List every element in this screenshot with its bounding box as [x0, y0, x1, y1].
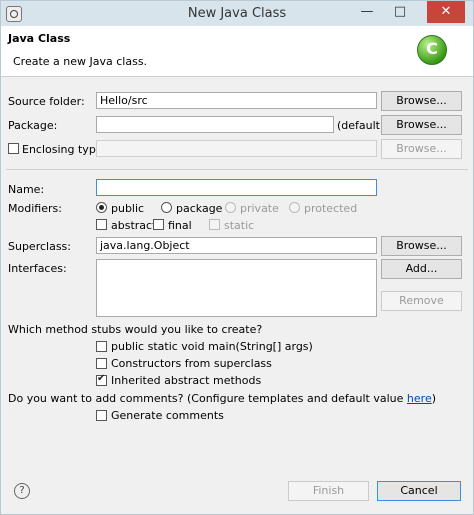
- modifier-public-label: public: [111, 202, 145, 215]
- cancel-button[interactable]: Cancel: [377, 481, 461, 501]
- modifier-private-radio[interactable]: [225, 202, 236, 213]
- package-browse-button[interactable]: Browse...: [381, 115, 462, 135]
- new-java-class-dialog: New Java Class — □ ✕ Java Class Create a…: [0, 0, 474, 515]
- separator: [6, 169, 468, 170]
- java-class-icon: C: [417, 35, 447, 65]
- stub-main-label: public static void main(String[] args): [111, 340, 313, 353]
- name-label: Name:: [8, 183, 45, 196]
- package-label: Package:: [8, 119, 58, 132]
- comments-question-end: ): [431, 392, 437, 405]
- header-description: Create a new Java class.: [13, 55, 148, 68]
- minimize-button[interactable]: —: [353, 1, 381, 23]
- enclosing-type-label: Enclosing type:: [22, 143, 107, 156]
- modifier-static-checkbox[interactable]: [209, 219, 220, 230]
- comments-question: Do you want to add comments? (Configure …: [8, 392, 436, 405]
- stub-inherited-checkbox[interactable]: [96, 373, 107, 386]
- interfaces-label: Interfaces:: [8, 262, 67, 275]
- package-default-text: (default): [337, 119, 385, 132]
- enclosing-type-browse-button[interactable]: Browse...: [381, 139, 462, 159]
- source-folder-input[interactable]: Hello/src: [96, 92, 377, 109]
- generate-comments-checkbox[interactable]: [96, 410, 107, 421]
- superclass-browse-button[interactable]: Browse...: [381, 236, 462, 256]
- finish-button[interactable]: Finish: [288, 481, 369, 501]
- modifier-protected-radio[interactable]: [289, 202, 300, 213]
- source-folder-browse-button[interactable]: Browse...: [381, 91, 462, 111]
- modifier-public-radio[interactable]: [96, 202, 107, 213]
- maximize-button[interactable]: □: [386, 1, 414, 23]
- modifier-package-radio[interactable]: [161, 202, 172, 213]
- configure-templates-link[interactable]: here: [407, 392, 432, 405]
- stub-main-checkbox[interactable]: [96, 341, 107, 352]
- wizard-header: Java Class Create a new Java class. C: [1, 26, 473, 77]
- java-class-icon-letter: C: [426, 39, 438, 58]
- superclass-label: Superclass:: [8, 240, 71, 253]
- superclass-input[interactable]: java.lang.Object: [96, 237, 377, 254]
- method-stubs-question: Which method stubs would you like to cre…: [8, 323, 263, 336]
- stub-constructors-checkbox[interactable]: [96, 358, 107, 369]
- interfaces-add-button[interactable]: Add...: [381, 259, 462, 279]
- close-button[interactable]: ✕: [427, 1, 465, 23]
- modifier-abstract-label: abstract: [111, 219, 157, 232]
- header-title: Java Class: [8, 32, 71, 45]
- package-input[interactable]: [96, 116, 334, 133]
- modifier-static-label: static: [224, 219, 255, 232]
- interfaces-remove-button[interactable]: Remove: [381, 291, 462, 311]
- help-icon[interactable]: ?: [14, 483, 30, 499]
- stub-inherited-label: Inherited abstract methods: [111, 374, 262, 387]
- source-folder-label: Source folder:: [8, 95, 85, 108]
- modifiers-label: Modifiers:: [8, 202, 62, 215]
- modifier-final-checkbox[interactable]: [153, 219, 164, 230]
- comments-question-text: Do you want to add comments? (Configure …: [8, 392, 407, 405]
- name-input[interactable]: [96, 179, 377, 196]
- generate-comments-label: Generate comments: [111, 409, 224, 422]
- title-bar[interactable]: New Java Class — □ ✕: [1, 1, 473, 26]
- enclosing-type-checkbox[interactable]: [8, 143, 19, 154]
- stub-constructors-label: Constructors from superclass: [111, 357, 272, 370]
- modifier-final-label: final: [168, 219, 192, 232]
- enclosing-type-input[interactable]: [96, 140, 377, 157]
- modifier-package-label: package: [176, 202, 223, 215]
- interfaces-list[interactable]: [96, 259, 377, 317]
- modifier-protected-label: protected: [304, 202, 358, 215]
- modifier-abstract-checkbox[interactable]: [96, 219, 107, 230]
- modifier-private-label: private: [240, 202, 279, 215]
